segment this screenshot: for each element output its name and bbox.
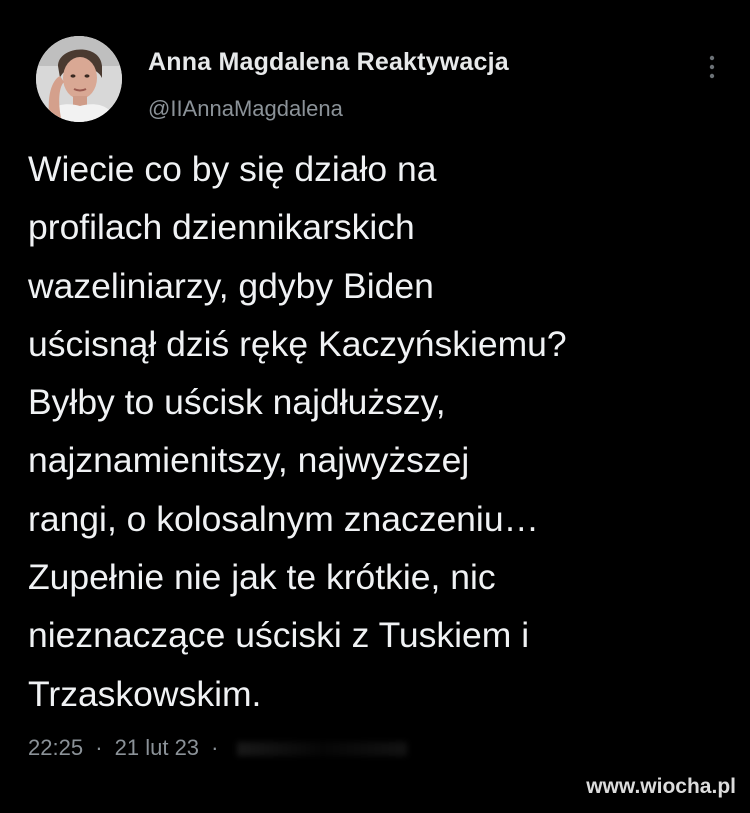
tweet-text-line: rangi, o kolosalnym znaczeniu… (28, 498, 540, 539)
tweet-text-line: najznamienitszy, najwyższej (28, 440, 470, 481)
tweet-text-line: Trzaskowskim. (28, 673, 262, 714)
tweet-text-line: Wiecie co by się działo na (28, 149, 437, 189)
meta-separator: · (211, 735, 219, 760)
tweet-text-line: Byłby to uścisk najdłuższy, (28, 382, 446, 423)
tweet-text-line: wazeliniarzy, gdyby Biden (28, 265, 434, 306)
tweet-text-line: nieznaczące uściski z Tuskiem i (28, 615, 530, 656)
tweet-card: Anna Magdalena Reaktywacja @IIAnnaMagdal… (0, 0, 750, 813)
avatar[interactable] (36, 36, 122, 122)
tweet-meta: 22:25 · 21 lut 23 · (28, 735, 407, 761)
display-name[interactable]: Anna Magdalena Reaktywacja (148, 48, 509, 77)
tweet-text: Wiecie co by się działo na profilach dzi… (28, 140, 728, 723)
watermark: www.wiocha.pl (586, 775, 736, 798)
tweet-text-line: profilach dziennikarskich (28, 207, 415, 248)
avatar-image (36, 36, 122, 122)
more-vertical-icon[interactable] (700, 52, 724, 82)
tweet-text-line: Zupełnie nie jak te krótkie, nic (28, 557, 496, 598)
tweet-text-line: uścisnął dziś rękę Kaczyńskiemu? (28, 323, 567, 364)
tweet-date[interactable]: 21 lut 23 (115, 735, 199, 760)
user-handle[interactable]: @IIAnnaMagdalena (148, 96, 343, 122)
blurred-client-info (236, 742, 407, 757)
tweet-time[interactable]: 22:25 (28, 735, 83, 760)
meta-separator: · (95, 735, 103, 760)
